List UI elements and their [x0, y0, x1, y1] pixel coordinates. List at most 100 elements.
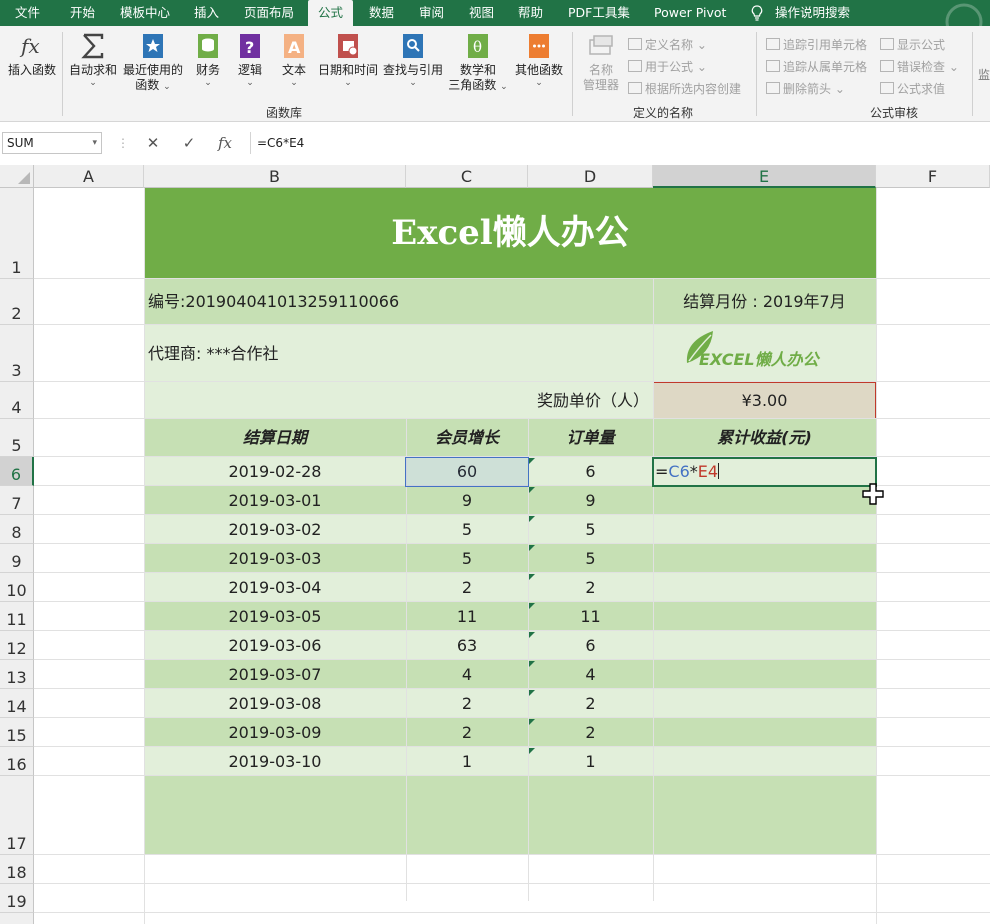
trace-precedents-button[interactable]: 追踪引用单元格 [766, 36, 867, 53]
cell-orders[interactable]: 4 [528, 660, 653, 689]
tab-data[interactable]: 数据 [369, 0, 394, 26]
recently-used-button[interactable]: 最近使用的 函数 ⌄ [120, 32, 186, 95]
tell-me-search[interactable]: 操作说明搜索 [775, 0, 850, 26]
number-as-text-warning-icon[interactable] [529, 574, 535, 580]
cell-members[interactable]: 4 [406, 660, 528, 689]
select-all-button[interactable] [0, 165, 34, 188]
cell-orders[interactable]: 6 [528, 457, 653, 486]
number-as-text-warning-icon[interactable] [529, 516, 535, 522]
tab-view[interactable]: 视图 [469, 0, 494, 26]
evaluate-formula-button[interactable]: 公式求值 [880, 80, 945, 97]
watch-window-button[interactable]: 监 [978, 66, 990, 83]
math-trig-button[interactable]: θ 数学和 三角函数 ⌄ [446, 32, 510, 95]
date-time-button[interactable]: 日期和时间 ⌄ [316, 32, 380, 88]
cancel-icon[interactable]: ✕ [140, 132, 166, 154]
row-header-1[interactable]: 1 [0, 188, 34, 279]
row-header-6[interactable]: 6 [0, 457, 34, 486]
more-functions-button[interactable]: 其他函数 ⌄ [512, 32, 566, 88]
row-header-10[interactable]: 10 [0, 573, 34, 602]
financial-button[interactable]: 财务 ⌄ [190, 32, 226, 88]
active-cell-e6[interactable]: =C6*E4 [652, 457, 877, 487]
cell-date[interactable]: 2019-02-28 [144, 457, 406, 486]
tab-formulas[interactable]: 公式 [308, 0, 354, 26]
create-from-selection-button[interactable]: 根据所选内容创建 [628, 80, 741, 97]
row-header-5[interactable]: 5 [0, 419, 34, 457]
cell-date[interactable]: 2019-03-03 [144, 544, 406, 573]
tab-template-center[interactable]: 模板中心 [120, 0, 170, 26]
worksheet-grid[interactable]: A B C D E F 1 2 3 4 5 6 7 8 9 10 11 12 13 14 15 16 17 18 1… [0, 165, 990, 924]
column-header-c[interactable]: C [406, 165, 528, 188]
cell-members[interactable]: 2 [406, 718, 528, 747]
row-header-8[interactable]: 8 [0, 515, 34, 544]
trace-dependents-button[interactable]: 追踪从属单元格 [766, 58, 867, 75]
number-as-text-warning-icon[interactable] [529, 545, 535, 551]
column-header-f[interactable]: F [876, 165, 990, 188]
cell-edit-formula[interactable]: =C6*E4 [655, 459, 720, 485]
row-header-13[interactable]: 13 [0, 660, 34, 689]
cell-date[interactable]: 2019-03-02 [144, 515, 406, 544]
tab-review[interactable]: 审阅 [419, 0, 444, 26]
number-as-text-warning-icon[interactable] [529, 661, 535, 667]
tab-help[interactable]: 帮助 [518, 0, 543, 26]
cell-members[interactable]: 11 [406, 602, 528, 631]
tab-file[interactable]: 文件 [15, 0, 40, 26]
cell-orders[interactable]: 11 [528, 602, 653, 631]
lookup-reference-button[interactable]: 查找与引用 ⌄ [382, 32, 444, 88]
cell-orders[interactable]: 5 [528, 515, 653, 544]
name-box[interactable]: SUM ▾ [2, 132, 102, 154]
cell-members[interactable]: 1 [406, 747, 528, 776]
column-header-a[interactable]: A [34, 165, 144, 188]
number-as-text-warning-icon[interactable] [529, 748, 535, 754]
cell-orders[interactable]: 2 [528, 689, 653, 718]
column-header-d[interactable]: D [528, 165, 653, 188]
use-in-formula-button[interactable]: 用于公式 ⌄ [628, 58, 707, 75]
number-as-text-warning-icon[interactable] [529, 603, 535, 609]
tab-power-pivot[interactable]: Power Pivot [654, 0, 726, 26]
row-header-20[interactable]: 20 [0, 913, 34, 924]
chevron-down-icon[interactable]: ▾ [92, 133, 97, 153]
formula-input[interactable]: =C6*E4 [250, 132, 988, 154]
number-as-text-warning-icon[interactable] [529, 458, 535, 464]
number-as-text-warning-icon[interactable] [529, 719, 535, 725]
row-header-11[interactable]: 11 [0, 602, 34, 631]
tab-insert[interactable]: 插入 [194, 0, 219, 26]
define-name-button[interactable]: 定义名称 ⌄ [628, 36, 707, 53]
cell-date[interactable]: 2019-03-10 [144, 747, 406, 776]
cell-date[interactable]: 2019-03-09 [144, 718, 406, 747]
cell-date[interactable]: 2019-03-06 [144, 631, 406, 660]
cell-members[interactable]: 9 [406, 486, 528, 515]
cell-date[interactable]: 2019-03-08 [144, 689, 406, 718]
number-as-text-warning-icon[interactable] [529, 632, 535, 638]
insert-function-button[interactable]: fx 插入函数 [6, 32, 58, 78]
remove-arrows-button[interactable]: 删除箭头 ⌄ [766, 80, 845, 97]
row-header-9[interactable]: 9 [0, 544, 34, 573]
number-as-text-warning-icon[interactable] [529, 690, 535, 696]
name-manager-button[interactable]: 名称 管理器 [580, 32, 622, 93]
cell-date[interactable]: 2019-03-05 [144, 602, 406, 631]
cell-orders[interactable]: 9 [528, 486, 653, 515]
logical-button[interactable]: ? 逻辑 ⌄ [232, 32, 268, 88]
row-header-19[interactable]: 19 [0, 884, 34, 913]
row-header-18[interactable]: 18 [0, 855, 34, 884]
row-header-4[interactable]: 4 [0, 382, 34, 419]
tab-pdf-tools[interactable]: PDF工具集 [568, 0, 630, 26]
cell-orders[interactable]: 5 [528, 544, 653, 573]
row-header-7[interactable]: 7 [0, 486, 34, 515]
cell-members[interactable]: 2 [406, 689, 528, 718]
column-header-e[interactable]: E [653, 165, 876, 188]
cell-members[interactable]: 2 [406, 573, 528, 602]
row-header-2[interactable]: 2 [0, 279, 34, 325]
row-header-15[interactable]: 15 [0, 718, 34, 747]
row-header-17[interactable]: 17 [0, 776, 34, 855]
show-formulas-button[interactable]: 显示公式 [880, 36, 945, 53]
error-checking-button[interactable]: 错误检查 ⌄ [880, 58, 959, 75]
cell-orders[interactable]: 2 [528, 573, 653, 602]
cell-members[interactable]: 5 [406, 544, 528, 573]
row-header-3[interactable]: 3 [0, 325, 34, 382]
text-button[interactable]: A 文本 ⌄ [276, 32, 312, 88]
row-header-14[interactable]: 14 [0, 689, 34, 718]
tab-home[interactable]: 开始 [70, 0, 95, 26]
cell-orders[interactable]: 1 [528, 747, 653, 776]
tab-page-layout[interactable]: 页面布局 [244, 0, 294, 26]
row-header-16[interactable]: 16 [0, 747, 34, 776]
